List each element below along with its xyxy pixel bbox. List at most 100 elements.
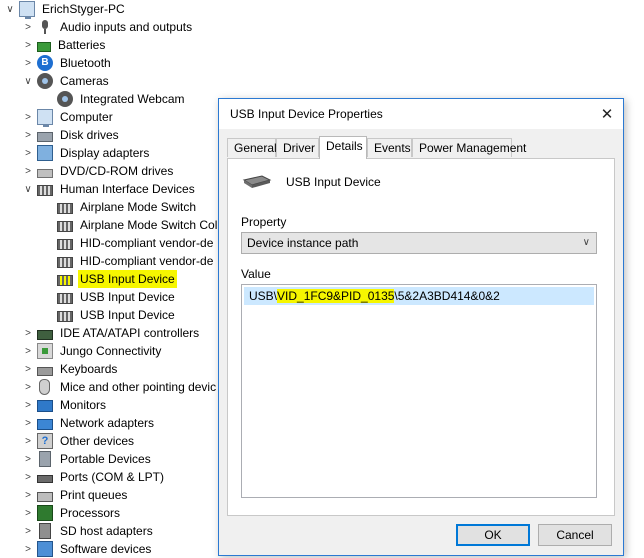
tree-category[interactable]: ∨ Cameras [22, 72, 111, 90]
tree-device[interactable]: HID-compliant vendor-de [42, 252, 215, 270]
tab-events[interactable]: Events [367, 138, 412, 157]
tree-device[interactable]: Airplane Mode Switch Col [42, 216, 219, 234]
tree-item-label: Airplane Mode Switch [80, 200, 197, 214]
hid-device-icon [57, 293, 73, 304]
tree-category[interactable]: > Audio inputs and outputs [22, 18, 194, 36]
tree-root[interactable]: ∨ ErichStyger-PC [4, 0, 127, 19]
hid-device-icon [57, 311, 73, 322]
details-panel: USB Input Device Property Device instanc… [227, 158, 615, 516]
tree-device[interactable]: USB Input Device [42, 288, 177, 306]
tree-category[interactable]: > ? Other devices [22, 432, 136, 450]
chevron-right-icon[interactable]: > [22, 504, 34, 522]
tree-item-label: Jungo Connectivity [60, 344, 162, 358]
chevron-right-icon[interactable]: > [22, 396, 34, 414]
tree-category[interactable]: ∨ Human Interface Devices [22, 180, 197, 198]
tree-item-label: Software devices [60, 542, 152, 556]
bluetooth-icon: B [37, 55, 53, 71]
value-row-selected[interactable]: USB\VID_1FC9&PID_0135\5&2A3BD414&0&2 [244, 287, 594, 305]
tree-item-label: Integrated Webcam [80, 92, 185, 106]
tree-item-label: Batteries [58, 38, 106, 52]
tree-category[interactable]: > Disk drives [22, 126, 121, 144]
chevron-down-icon[interactable]: ∨ [22, 72, 34, 90]
printer-icon [37, 492, 53, 502]
tree-category[interactable]: > Keyboards [22, 360, 119, 378]
tree-category[interactable]: > Jungo Connectivity [22, 342, 163, 360]
chevron-right-icon[interactable]: > [22, 378, 34, 396]
tree-item-label: Portable Devices [60, 452, 151, 466]
property-dropdown[interactable]: Device instance path ∨ [241, 232, 597, 254]
ok-button[interactable]: OK [456, 524, 530, 546]
chevron-down-icon[interactable]: ∨ [22, 180, 34, 198]
computer-icon [37, 109, 53, 127]
hid-device-icon [57, 203, 73, 214]
chevron-right-icon[interactable]: > [22, 54, 34, 72]
tree-device[interactable]: Integrated Webcam [42, 90, 187, 108]
tree-category[interactable]: > Batteries [22, 36, 107, 54]
tree-root-label: ErichStyger-PC [42, 2, 125, 16]
tree-category[interactable]: > Portable Devices [22, 450, 153, 468]
disk-drive-icon [37, 131, 53, 142]
software-device-icon [37, 541, 53, 557]
processor-icon [37, 505, 53, 521]
tree-category[interactable]: > Processors [22, 504, 122, 522]
chevron-right-icon[interactable]: > [22, 450, 34, 468]
monitor-icon [37, 399, 53, 412]
hid-device-icon [57, 221, 73, 232]
chevron-right-icon[interactable]: > [22, 360, 34, 378]
value-list[interactable]: USB\VID_1FC9&PID_0135\5&2A3BD414&0&2 [241, 284, 597, 498]
chevron-right-icon[interactable]: > [22, 36, 34, 54]
network-adapter-icon [37, 418, 53, 430]
cancel-button[interactable]: Cancel [538, 524, 612, 546]
tree-item-label: DVD/CD-ROM drives [60, 164, 174, 178]
chevron-right-icon[interactable]: > [22, 324, 34, 342]
tree-item-label: Ports (COM & LPT) [60, 470, 165, 484]
tab-details[interactable]: Details [319, 136, 367, 159]
tree-item-label: Disk drives [60, 128, 119, 142]
tree-category[interactable]: > Ports (COM & LPT) [22, 468, 166, 486]
property-selected-value: Device instance path [247, 236, 359, 250]
tree-category[interactable]: > SD host adapters [22, 522, 155, 540]
chevron-right-icon[interactable]: > [22, 126, 34, 144]
tree-category[interactable]: > DVD/CD-ROM drives [22, 162, 175, 180]
dialog-title: USB Input Device Properties [230, 107, 383, 121]
chevron-right-icon[interactable]: > [22, 342, 34, 360]
tree-category[interactable]: > Software devices [22, 540, 153, 558]
tab-general[interactable]: General [227, 138, 277, 157]
chevron-right-icon[interactable]: > [22, 540, 34, 558]
tree-item-label: USB Input Device [80, 290, 175, 304]
tree-category[interactable]: > Computer [22, 108, 115, 127]
jungo-icon [37, 343, 53, 359]
tree-category[interactable]: > Mice and other pointing devic [22, 378, 218, 396]
chevron-right-icon[interactable]: > [22, 414, 34, 432]
tab-driver[interactable]: Driver [276, 138, 319, 157]
tree-item-label: USB Input Device [78, 270, 177, 288]
tree-device[interactable]: USB Input Device [42, 306, 177, 324]
tree-device-selected[interactable]: USB Input Device [42, 270, 177, 288]
chevron-right-icon[interactable]: > [22, 144, 34, 162]
chevron-right-icon[interactable]: > [22, 522, 34, 540]
tree-category[interactable]: > Display adapters [22, 144, 151, 162]
tree-category[interactable]: > Print queues [22, 486, 129, 504]
chevron-down-icon[interactable]: ∨ [4, 0, 16, 18]
usb-device-icon [242, 175, 272, 188]
speaker-icon [37, 19, 53, 35]
tree-category[interactable]: > IDE ATA/ATAPI controllers [22, 324, 201, 342]
dvd-drive-icon [37, 168, 53, 178]
chevron-right-icon[interactable]: > [22, 486, 34, 504]
tree-device[interactable]: HID-compliant vendor-de [42, 234, 215, 252]
close-icon[interactable]: ✕ [591, 99, 623, 129]
chevron-right-icon[interactable]: > [22, 18, 34, 36]
chevron-right-icon[interactable]: > [22, 432, 34, 450]
chevron-right-icon[interactable]: > [22, 468, 34, 486]
chevron-right-icon[interactable]: > [22, 108, 34, 126]
tree-category[interactable]: > Network adapters [22, 414, 156, 432]
dialog-titlebar[interactable]: USB Input Device Properties ✕ [219, 99, 623, 129]
tree-item-label: Display adapters [60, 146, 150, 160]
tree-item-label: IDE ATA/ATAPI controllers [60, 326, 200, 340]
chevron-right-icon[interactable]: > [22, 162, 34, 180]
computer-icon [19, 1, 35, 19]
tree-category[interactable]: > Monitors [22, 396, 108, 414]
tab-power-management[interactable]: Power Management [412, 138, 526, 157]
tree-category[interactable]: > B Bluetooth [22, 54, 113, 72]
tree-device[interactable]: Airplane Mode Switch [42, 198, 198, 216]
